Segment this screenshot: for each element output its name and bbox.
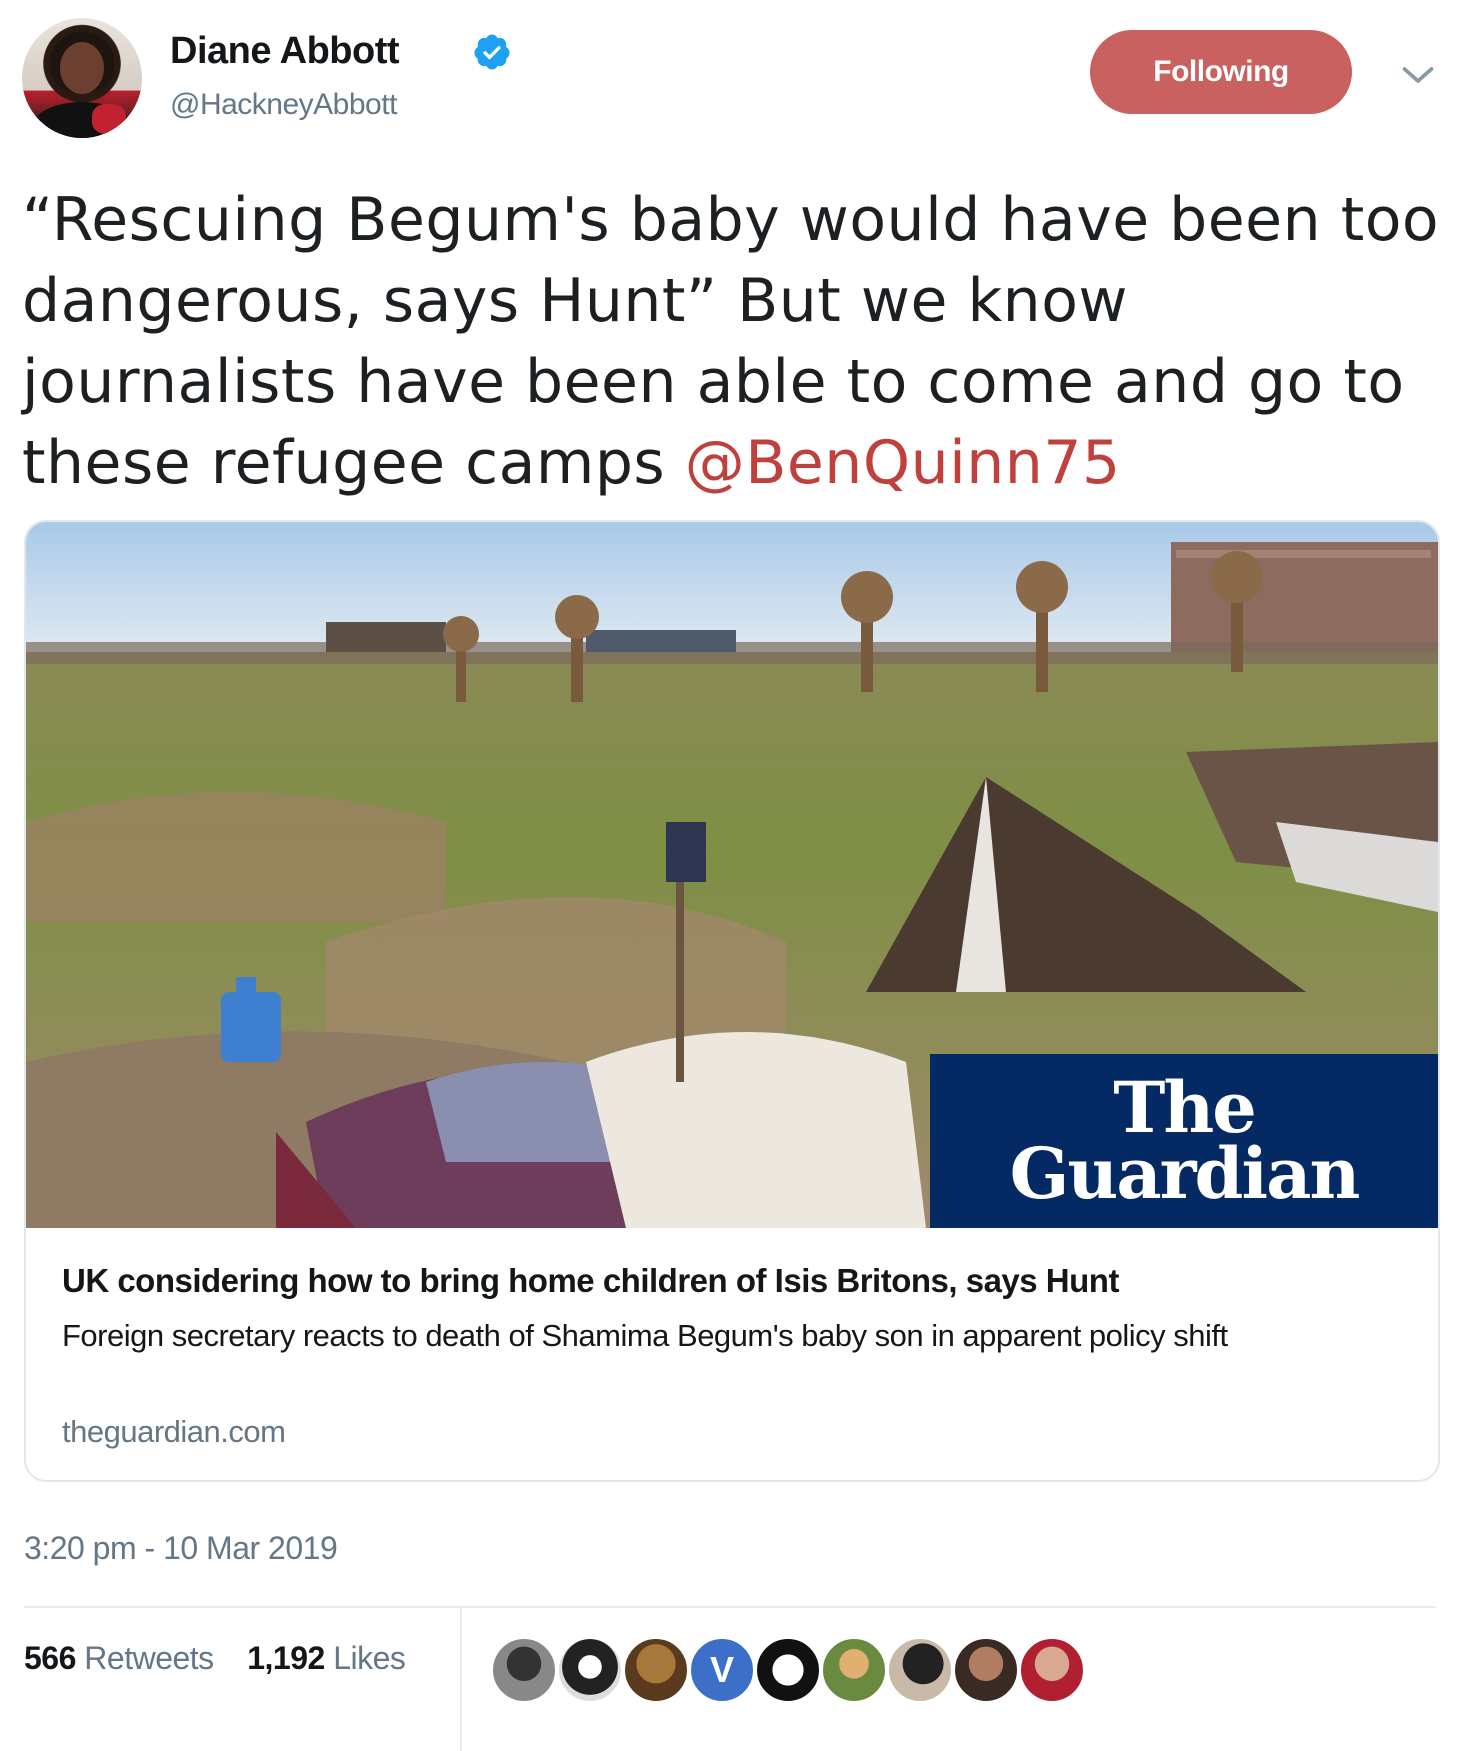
author-handle[interactable]: @HackneyAbbott	[170, 88, 397, 122]
liker-avatar[interactable]	[820, 1636, 888, 1704]
guardian-logo: The Guardian	[930, 1054, 1438, 1228]
tweet-stats: 566 Retweets 1,192 Likes	[24, 1640, 406, 1677]
chevron-down-icon[interactable]	[1400, 60, 1436, 90]
tweet-timestamp[interactable]: 3:20 pm - 10 Mar 2019	[24, 1530, 338, 1567]
mention-link[interactable]: @BenQuinn75	[685, 428, 1121, 498]
author-name[interactable]: Diane Abbott	[170, 30, 400, 73]
link-card[interactable]: The Guardian UK considering how to bring…	[24, 520, 1440, 1482]
liker-avatar[interactable]	[556, 1636, 624, 1704]
logo-line-guardian: Guardian	[1009, 1132, 1361, 1215]
likes-label: Likes	[333, 1640, 406, 1676]
following-button[interactable]: Following	[1090, 30, 1352, 114]
retweets-label: Retweets	[84, 1640, 214, 1676]
tweet-text: “Rescuing Begum's baby would have been t…	[22, 180, 1442, 504]
card-title: UK considering how to bring home childre…	[62, 1262, 1119, 1299]
likes-count: 1,192	[247, 1640, 325, 1676]
likes-stat[interactable]: 1,192 Likes	[247, 1640, 406, 1676]
card-description: Foreign secretary reacts to death of Sha…	[62, 1318, 1228, 1353]
stats-divider	[460, 1608, 462, 1751]
liker-avatar[interactable]: V	[688, 1636, 756, 1704]
liker-avatar[interactable]	[952, 1636, 1020, 1704]
verified-badge-icon	[474, 34, 510, 70]
liker-avatar[interactable]	[1018, 1636, 1086, 1704]
liker-avatar[interactable]	[490, 1636, 558, 1704]
liker-avatar[interactable]	[754, 1636, 822, 1704]
liker-avatar[interactable]	[886, 1636, 954, 1704]
divider	[24, 1606, 1436, 1608]
liker-avatar[interactable]	[622, 1636, 690, 1704]
retweets-stat[interactable]: 566 Retweets	[24, 1640, 214, 1676]
author-avatar[interactable]	[22, 18, 142, 138]
card-domain: theguardian.com	[62, 1414, 286, 1449]
retweets-count: 566	[24, 1640, 76, 1676]
